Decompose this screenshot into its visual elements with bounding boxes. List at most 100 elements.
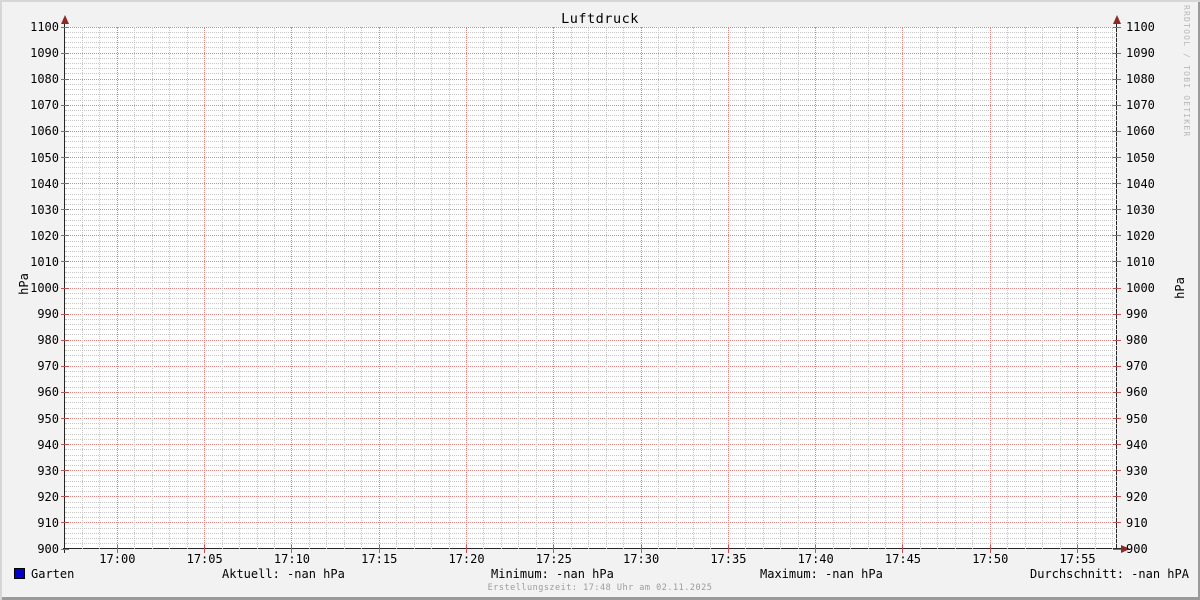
y-axis-tick-left xyxy=(61,78,69,80)
grid-line-minor-vertical xyxy=(500,27,502,549)
y-axis-tick-label-right: 930 xyxy=(1126,463,1148,478)
y-axis-tick-label-left: 1000 xyxy=(30,281,59,295)
grid-line-minor-horizontal xyxy=(65,120,1117,122)
grid-line-minor-vertical xyxy=(151,27,153,549)
y-axis-tick-right xyxy=(1113,313,1121,315)
grid-line-minor-horizontal xyxy=(65,397,1117,399)
y-axis-tick-label-right: 970 xyxy=(1126,359,1148,374)
y-axis-tick-right xyxy=(1113,470,1121,472)
grid-line-minor-horizontal xyxy=(65,318,1117,320)
grid-line-major-vertical xyxy=(378,27,380,549)
grid-line-minor-horizontal xyxy=(65,480,1117,482)
y-axis-unit-right: hPa xyxy=(1173,277,1187,299)
grid-line-minor-horizontal xyxy=(65,282,1117,284)
y-axis-tick-label-right: 1010 xyxy=(1126,254,1155,269)
grid-line-major-horizontal xyxy=(65,209,1117,211)
y-axis-arrow-left-icon xyxy=(61,15,69,24)
grid-line-major-vertical xyxy=(466,27,468,549)
y-axis-tick-right xyxy=(1113,339,1121,341)
grid-line-minor-horizontal xyxy=(65,151,1117,153)
legend-stat-durchschnitt: Durchschnitt: -nan hPA xyxy=(1030,567,1189,581)
y-axis-tick-right xyxy=(1113,444,1121,446)
grid-line-minor-horizontal xyxy=(65,167,1117,169)
y-axis-arrow-right-icon xyxy=(1113,15,1121,24)
grid-line-minor-horizontal xyxy=(65,329,1117,331)
grid-line-minor-horizontal xyxy=(65,266,1117,268)
y-axis-tick-right xyxy=(1113,26,1121,28)
y-axis-tick-right xyxy=(1113,104,1121,106)
grid-line-major-horizontal xyxy=(65,522,1117,524)
y-axis-tick-label-right: 1090 xyxy=(1126,46,1155,61)
grid-line-major-vertical xyxy=(815,27,817,549)
y-axis-tick-left xyxy=(61,444,69,446)
grid-line-minor-horizontal xyxy=(65,527,1117,529)
grid-line-minor-vertical xyxy=(623,27,625,549)
grid-line-minor-horizontal xyxy=(65,511,1117,513)
grid-line-minor-horizontal xyxy=(65,125,1117,127)
y-axis-tick-left xyxy=(61,209,69,211)
grid-line-major-horizontal xyxy=(65,235,1117,237)
grid-line-minor-horizontal xyxy=(65,83,1117,85)
y-axis-tick-right xyxy=(1113,548,1121,550)
y-axis-tick-left xyxy=(61,183,69,185)
x-axis-tick-label: 17:45 xyxy=(884,552,922,566)
y-axis-tick-label-right: 960 xyxy=(1126,385,1148,400)
y-axis-tick-left xyxy=(61,287,69,289)
grid-line-minor-horizontal xyxy=(65,491,1117,493)
x-axis-tick-label: 17:55 xyxy=(1059,552,1096,566)
grid-line-major-vertical xyxy=(902,27,904,549)
y-axis-tick-left xyxy=(61,365,69,367)
y-axis-tick-right xyxy=(1113,130,1121,132)
grid-line-minor-horizontal xyxy=(65,277,1117,279)
grid-line-minor-vertical xyxy=(797,27,799,549)
grid-line-major-horizontal xyxy=(65,418,1117,419)
rrdtool-graph: Luftdruck RRDTOOL / TOBI OETIKER hPa hPa… xyxy=(0,0,1200,600)
x-axis-tick-label: 17:25 xyxy=(535,552,572,566)
grid-line-minor-horizontal xyxy=(65,203,1117,205)
y-axis-tick-label-left: 1060 xyxy=(30,124,59,139)
chart-title: Luftdruck xyxy=(561,11,639,27)
grid-line-minor-vertical xyxy=(780,27,782,549)
grid-line-major-vertical xyxy=(727,27,729,549)
legend-color-swatch xyxy=(14,568,25,579)
grid-line-minor-horizontal xyxy=(65,57,1117,59)
grid-line-major-horizontal xyxy=(65,339,1117,341)
grid-line-minor-horizontal xyxy=(65,433,1117,435)
grid-line-minor-horizontal xyxy=(65,464,1117,466)
grid-line-minor-vertical xyxy=(535,27,537,549)
y-axis-tick-left xyxy=(61,130,69,132)
grid-line-minor-horizontal xyxy=(65,256,1117,258)
grid-line-major-vertical xyxy=(291,27,293,549)
y-axis-tick-label-left: 1040 xyxy=(30,176,59,191)
grid-line-minor-horizontal xyxy=(65,245,1117,247)
y-axis-tick-left xyxy=(61,104,69,106)
y-axis-tick-label-left: 960 xyxy=(37,385,59,400)
grid-line-minor-vertical xyxy=(186,27,188,549)
grid-line-major-horizontal xyxy=(65,496,1117,498)
grid-line-minor-horizontal xyxy=(65,532,1117,534)
grid-line-minor-horizontal xyxy=(65,250,1117,252)
y-axis-tick-label-left: 900 xyxy=(37,542,59,556)
grid-line-minor-vertical xyxy=(692,27,694,549)
grid-line-minor-vertical xyxy=(431,27,433,549)
grid-line-minor-vertical xyxy=(919,27,921,549)
grid-line-minor-vertical xyxy=(256,27,258,549)
grid-line-minor-vertical xyxy=(1024,27,1026,549)
grid-line-major-horizontal xyxy=(65,391,1117,393)
grid-line-minor-vertical xyxy=(483,27,485,549)
grid-line-major-vertical xyxy=(989,27,991,549)
y-axis-tick-label-right: 910 xyxy=(1126,515,1148,530)
grid-line-minor-vertical xyxy=(937,27,939,549)
grid-line-minor-vertical xyxy=(413,27,415,549)
y-axis-tick-left xyxy=(61,157,69,158)
x-axis-tick-label: 17:15 xyxy=(361,552,398,566)
y-axis-tick-label-left: 1020 xyxy=(30,228,59,243)
grid-line-minor-vertical xyxy=(1094,27,1096,549)
grid-line-minor-vertical xyxy=(361,27,363,549)
grid-line-minor-horizontal xyxy=(65,517,1117,519)
grid-line-minor-vertical xyxy=(867,27,869,549)
grid-line-major-horizontal xyxy=(65,183,1117,185)
y-axis-tick-left xyxy=(61,261,69,263)
grid-line-minor-vertical xyxy=(745,27,747,549)
grid-line-major-vertical xyxy=(640,27,642,549)
